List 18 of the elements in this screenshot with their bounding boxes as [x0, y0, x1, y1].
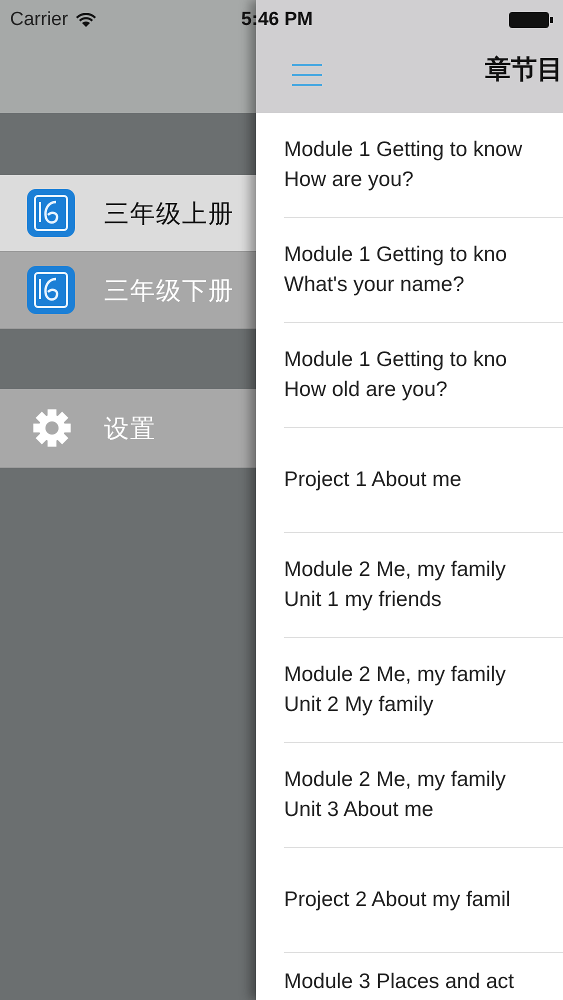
app-icon — [26, 265, 76, 315]
chapter-item[interactable]: Module 2 Me, my family Unit 2 My family — [284, 638, 563, 743]
carrier-label: Carrier — [10, 9, 68, 31]
status-time: 5:46 PM — [241, 9, 313, 31]
book-menu-item[interactable]: 三年级上册 — [0, 175, 256, 252]
nav-title: 章节目 — [485, 54, 563, 87]
app-icon — [26, 188, 76, 238]
chapter-item[interactable]: Module 1 Getting to kno How old are you? — [284, 323, 563, 428]
chapter-item[interactable]: Module 1 Getting to kno What's your name? — [284, 218, 563, 323]
chapter-item[interactable]: Module 1 Getting to know How are you? — [284, 113, 563, 218]
menu-icon[interactable] — [292, 63, 322, 87]
wifi-icon — [76, 12, 96, 28]
chapter-item[interactable]: Project 2 About my famil — [284, 848, 563, 953]
battery-icon — [509, 11, 553, 29]
chapter-item[interactable]: Module 2 Me, my family Unit 1 my friends — [284, 533, 563, 638]
chapter-item[interactable]: Module 2 Me, my family Unit 3 About me — [284, 743, 563, 848]
chapter-item[interactable]: Project 1 About me — [284, 428, 563, 533]
chapter-item[interactable]: Module 3 Places and act — [284, 953, 563, 997]
